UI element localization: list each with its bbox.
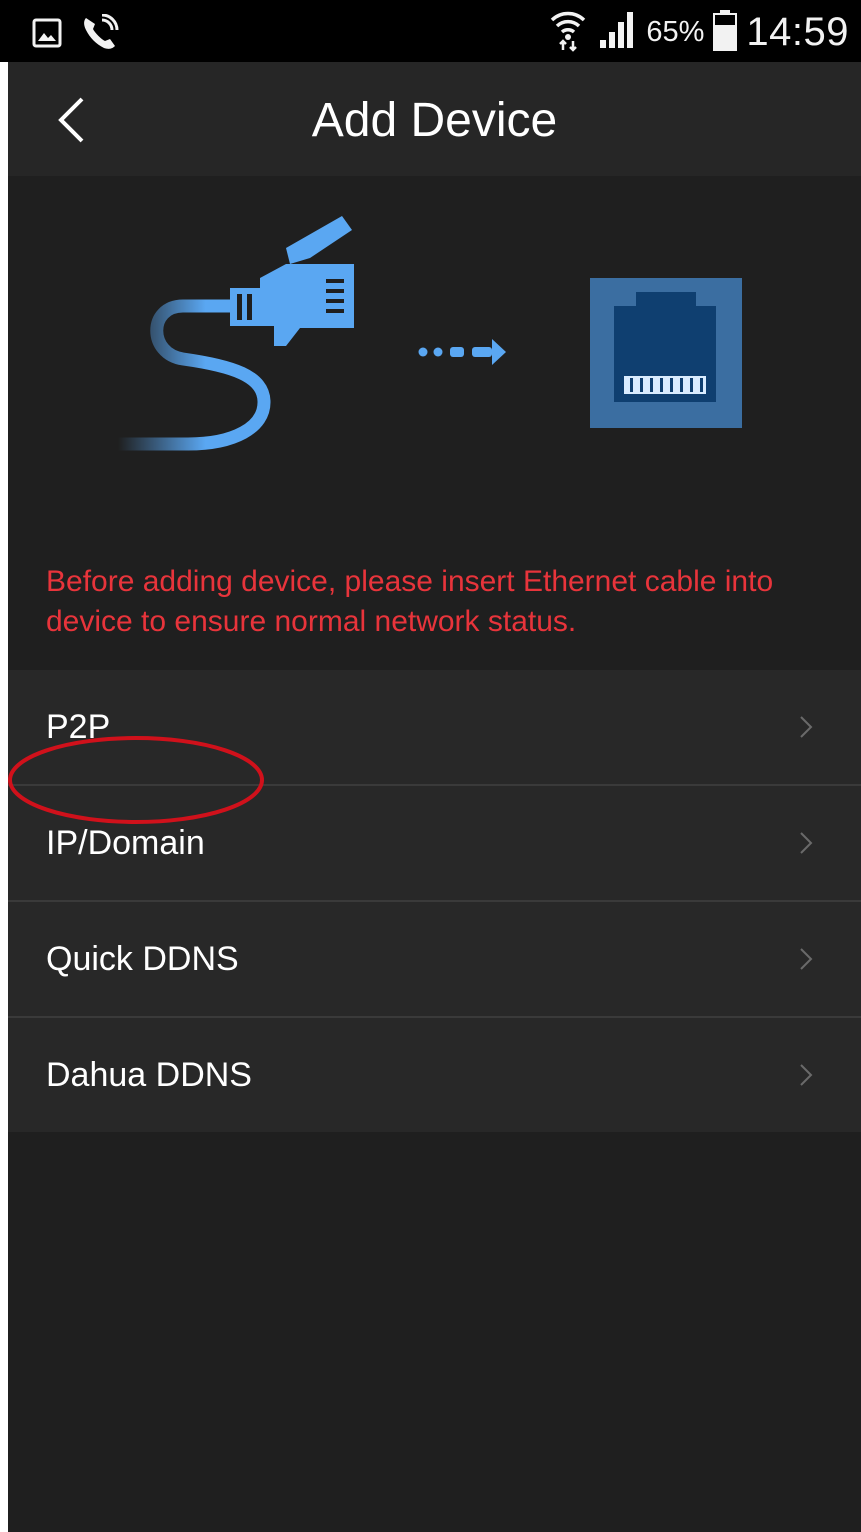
chevron-right-icon — [800, 832, 813, 854]
menu-item-label: P2P — [46, 708, 111, 746]
connection-illustration — [111, 216, 742, 451]
arrow-right-icon — [418, 339, 506, 365]
phone-screen: 65% 14:59 Add Device Before adding devic… — [0, 0, 861, 1532]
gallery-icon — [32, 18, 62, 53]
hero-section: Before adding device, please insert Ethe… — [8, 176, 861, 670]
menu-item-ip-domain[interactable]: IP/Domain — [8, 786, 861, 902]
wifi-icon — [548, 8, 588, 57]
chevron-right-icon — [800, 948, 813, 970]
menu-item-quick-ddns[interactable]: Quick DDNS — [8, 902, 861, 1018]
chevron-right-icon — [800, 716, 813, 738]
nav-bar: Add Device — [8, 62, 861, 176]
page-title: Add Device — [311, 94, 558, 147]
phone-call-icon — [80, 13, 120, 57]
status-bar-left — [32, 13, 120, 57]
status-bar-right: 65% 14:59 — [548, 8, 849, 57]
menu-item-p2p[interactable]: P2P — [8, 670, 861, 786]
signal-icon — [596, 10, 638, 55]
battery-percentage: 65% — [646, 16, 705, 48]
menu-item-label: IP/Domain — [46, 824, 205, 862]
status-bar: 65% 14:59 — [0, 0, 861, 62]
menu-item-dahua-ddns[interactable]: Dahua DDNS — [8, 1018, 861, 1132]
battery-icon — [712, 9, 738, 56]
ethernet-cable-icon — [111, 216, 354, 451]
add-method-list: P2P IP/Domain Quick DDNS Dahua DDNS — [8, 670, 861, 1132]
menu-item-label: Dahua DDNS — [46, 1056, 252, 1094]
ethernet-port-icon — [590, 278, 742, 428]
menu-item-label: Quick DDNS — [46, 940, 239, 978]
clock: 14:59 — [746, 10, 849, 54]
network-notice: Before adding device, please insert Ethe… — [46, 565, 774, 638]
chevron-right-icon — [800, 1064, 813, 1086]
app-screen: Add Device Before adding device, please … — [8, 62, 861, 1532]
